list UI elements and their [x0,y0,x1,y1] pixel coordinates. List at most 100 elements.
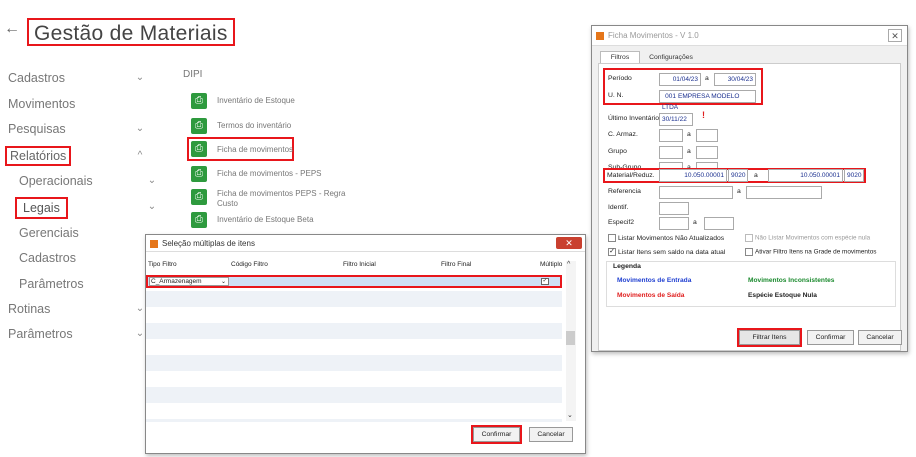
cancel-button[interactable]: Cancelar [529,427,573,442]
close-icon[interactable]: ✕ [556,237,582,249]
periodo-from-field[interactable]: 01/04/23 [659,73,701,86]
chk-filtro-grade[interactable]: Ativar Filtro Itens na Grade de moviment… [745,248,876,256]
c-armaz-label: C. Armaz. [608,131,638,138]
grid-header: Tipo Filtro Código Filtro Filtro Inicial… [146,261,578,273]
chevron-down-icon[interactable]: ⌄ [147,201,157,212]
confirm-button[interactable]: Confirmar [807,330,854,345]
report-item-ficha-peps-regra[interactable]: Ficha de movimentos PEPS - Regra Custo [217,189,352,209]
back-arrow-icon[interactable]: ← [4,20,20,38]
report-item-inventario-beta[interactable]: Inventário de Estoque Beta [217,215,314,225]
sidebar-item-cadastros-sub[interactable]: Cadastros [19,251,76,265]
sidebar-item-operacionais[interactable]: Operacionais [19,174,93,188]
material-from-reduz-field[interactable]: 9020 [728,169,748,182]
sidebar-item-label: Pesquisas [8,122,66,136]
checkbox[interactable]: ✓ [608,248,616,256]
app-logo-icon [596,32,604,40]
sidebar-item-label: Movimentos [8,97,76,111]
section-heading-dipi: DIPI [183,69,203,80]
sidebar-item-relatorios[interactable]: Relatórios [5,146,72,166]
printer-icon: ⎙ [191,141,207,157]
column-header: Código Filtro [231,261,268,268]
sidebar-item-pesquisas[interactable]: Pesquisas [8,122,66,136]
grupo-from-field[interactable] [659,146,683,159]
range-separator: a [737,188,741,195]
legend-box [606,261,896,307]
report-item-ficha-peps[interactable]: Ficha de movimentos - PEPS [217,169,321,179]
material-to-reduz-field[interactable]: 9020 [844,169,864,182]
un-field[interactable]: 001 EMPRESA MODELO LTDA [659,90,756,111]
sidebar-item-parametros-sub[interactable]: Parâmetros [19,277,84,291]
report-item-ficha-movimentos[interactable]: Ficha de movimentos [217,145,293,155]
chk-especie-nula[interactable]: Não Listar Movimentos com espécie nula [745,234,870,242]
chevron-down-icon[interactable]: ⌄ [135,72,145,83]
chevron-down-icon[interactable]: ⌄ [567,411,573,419]
material-to-field[interactable]: 10.050.00001 [768,169,843,182]
report-item-termos[interactable]: Termos do inventário [217,121,291,131]
chk-nao-atualizados[interactable]: Listar Movimentos Não Atualizados [608,234,724,242]
warning-icon: ! [702,110,705,120]
printer-icon: ⎙ [191,166,207,182]
tipo-filtro-value: C_Armazenagem [151,278,202,285]
sidebar-item-label: Parâmetros [19,277,84,291]
referencia-label: Referencia [608,188,641,195]
table-row[interactable]: C_Armazenagem ⌄ ✓ [146,275,562,288]
multiplo-checkbox[interactable]: ✓ [541,278,549,285]
sidebar-item-label: Rotinas [8,302,51,316]
checkbox[interactable] [608,234,616,242]
chevron-up-icon[interactable]: ^ [135,150,145,161]
referencia-from-field[interactable] [659,186,733,199]
column-header: Filtro Inicial [343,261,376,268]
material-label: Material/Reduz. [607,172,655,179]
scrollbar-thumb[interactable] [566,331,575,345]
chevron-down-icon[interactable]: ⌄ [147,175,157,186]
identif-label: Identif. [608,204,629,211]
chevron-down-icon[interactable]: ⌄ [135,328,145,339]
sidebar-item-label: Relatórios [10,149,67,163]
sidebar-item-cadastros[interactable]: Cadastros [8,71,65,85]
dialog-title: Seleção múltiplas de itens [162,239,255,248]
chevron-down-icon[interactable]: ⌄ [135,123,145,134]
sidebar-item-label: Gerenciais [19,226,79,240]
scrollbar[interactable]: ^ ⌄ [566,261,576,421]
un-label: U. N. [608,92,624,99]
identif-field[interactable] [659,202,689,215]
chk-sem-saldo[interactable]: ✓ Listar Itens sem saldo na data atual [608,248,725,256]
close-icon[interactable]: ✕ [888,29,902,42]
grupo-to-field[interactable] [696,146,718,159]
chevron-down-icon[interactable]: ⌄ [135,303,145,314]
tipo-filtro-select[interactable]: C_Armazenagem ⌄ [149,277,229,286]
legend-nula: Espécie Estoque Nula [748,292,817,299]
periodo-to-field[interactable]: 30/04/23 [714,73,756,86]
sidebar-item-parametros[interactable]: Parâmetros [8,327,73,341]
c-armaz-to-field[interactable] [696,129,718,142]
material-from-field[interactable]: 10.050.00001 [659,169,727,182]
printer-icon: ⎙ [191,212,207,228]
cancel-button[interactable]: Cancelar [858,330,902,345]
filtros-panel [598,63,901,351]
window-titlebar: Ficha Movimentos - V 1.0 ✕ [592,26,907,46]
sidebar-item-legais[interactable]: Legais [15,197,68,219]
chevron-up-icon[interactable]: ^ [567,261,570,268]
legend-title: Legenda [613,263,641,270]
sidebar-item-gerenciais[interactable]: Gerenciais [19,226,79,240]
report-item-inventario[interactable]: Inventário de Estoque [217,96,295,106]
sidebar-item-label: Operacionais [19,174,93,188]
c-armaz-from-field[interactable] [659,129,683,142]
checkbox-label: Ativar Filtro Itens na Grade de moviment… [755,248,877,256]
filtrar-itens-button[interactable]: Filtrar Itens [737,328,802,347]
confirm-button[interactable]: Confirmar [471,425,522,444]
especif-to-field[interactable] [704,217,734,230]
ultimo-inventario-field: 30/11/22 [659,113,693,126]
checkbox[interactable] [745,234,753,242]
especif-from-field[interactable] [659,217,689,230]
periodo-label: Período [608,75,632,82]
printer-icon: ⎙ [191,118,207,134]
referencia-to-field[interactable] [746,186,822,199]
checkbox[interactable] [745,248,753,256]
range-separator: a [754,172,758,179]
sidebar-item-rotinas[interactable]: Rotinas [8,302,50,316]
dialog-titlebar: Seleção múltiplas de itens ✕ [146,235,585,252]
legend-saida: Movimentos de Saída [617,292,685,299]
sidebar-item-movimentos[interactable]: Movimentos [8,97,75,111]
app-logo-icon [150,240,158,248]
